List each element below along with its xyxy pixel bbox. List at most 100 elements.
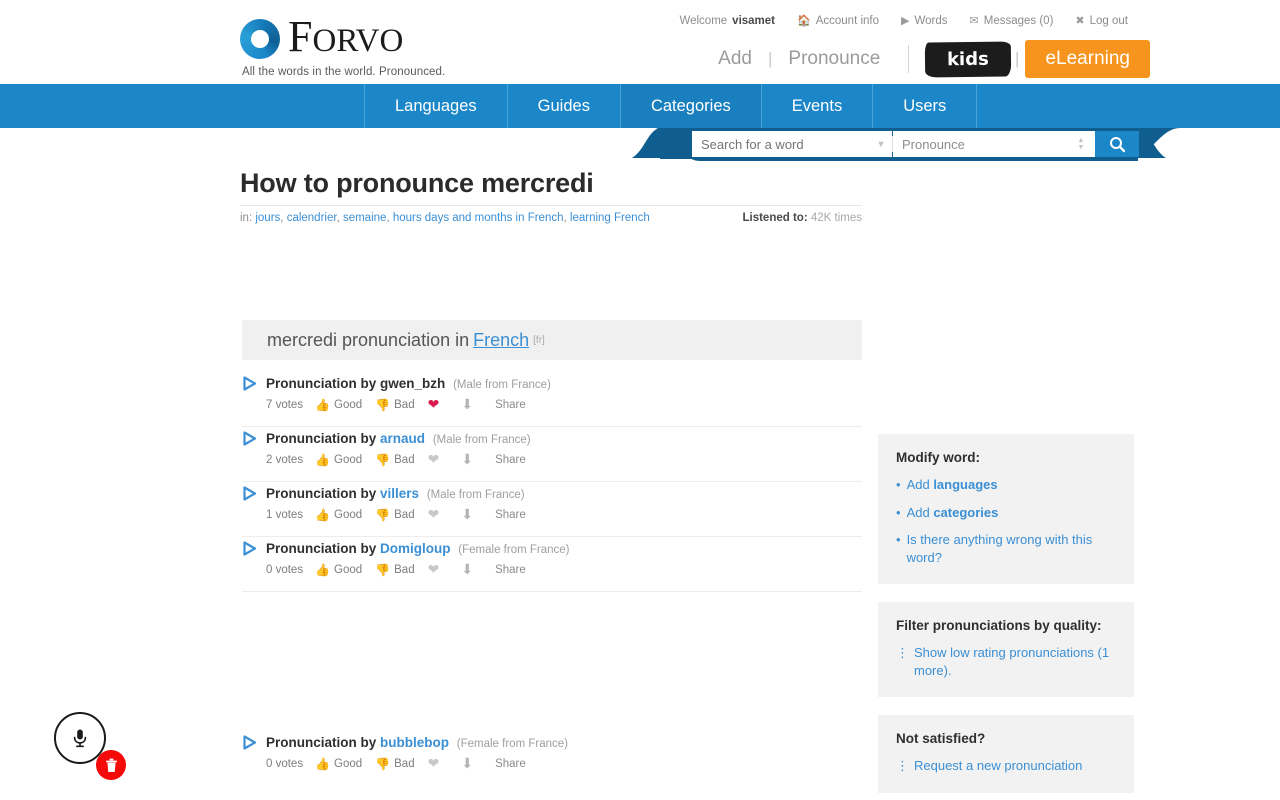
- thumbs-up-icon: 👍: [315, 397, 331, 412]
- site-logo[interactable]: FORVO All the words in the world. Pronou…: [240, 15, 580, 78]
- not-satisfied-title: Not satisfied?: [896, 731, 986, 747]
- nav-left-spacer: [0, 84, 364, 128]
- play-button[interactable]: [242, 486, 257, 501]
- show-low-rating-link[interactable]: Show low rating pronunciations (1 more).: [914, 644, 1116, 679]
- nav-item-events[interactable]: Events: [760, 84, 872, 128]
- author-name[interactable]: arnaud: [380, 431, 425, 446]
- vote-count: 7 votes: [266, 398, 304, 411]
- category-link-semaine[interactable]: semaine: [343, 212, 386, 224]
- author-origin: (Female from France): [458, 544, 570, 556]
- kids-button[interactable]: kids: [925, 40, 1012, 78]
- pronunciation-item: Pronunciation by arnaud (Male from Franc…: [242, 427, 862, 482]
- chevron-down-icon[interactable]: ▼: [870, 131, 892, 157]
- category-link-calendrier[interactable]: calendrier: [287, 212, 337, 224]
- account-info-link[interactable]: 🏠 Account info: [797, 15, 879, 27]
- play-button[interactable]: [242, 431, 257, 446]
- vote-good-button[interactable]: 👍 Good: [315, 398, 362, 412]
- search-submit-button[interactable]: [1095, 131, 1139, 157]
- favorite-heart-icon[interactable]: ❤: [428, 451, 440, 468]
- welcome-greeting: Welcome visamet: [679, 15, 775, 27]
- share-button[interactable]: Share: [495, 509, 526, 521]
- author-name[interactable]: Domigloup: [380, 541, 451, 556]
- add-languages-row: • Add languages: [896, 476, 1116, 494]
- share-button[interactable]: Share: [495, 564, 526, 576]
- vote-count: 2 votes: [266, 453, 304, 466]
- by-label: Pronunciation by: [266, 735, 377, 750]
- thumbs-down-icon: 👎: [375, 452, 391, 467]
- category-link-learning-french[interactable]: learning French: [570, 212, 650, 224]
- author-origin: (Male from France): [426, 489, 525, 501]
- vote-good-button[interactable]: 👍 Good: [315, 757, 362, 771]
- report-word-link[interactable]: Is there anything wrong with this word?: [907, 531, 1116, 566]
- add-languages-link[interactable]: Add languages: [907, 476, 998, 494]
- header-divider: [908, 45, 910, 73]
- author-origin: (Male from France): [432, 434, 531, 446]
- download-icon[interactable]: ⬇: [461, 755, 473, 772]
- pronunciation-item: Pronunciation by villers (Male from Fran…: [242, 482, 862, 537]
- search-bar: ▼ ▲▼: [692, 131, 1139, 157]
- title-divider: [240, 205, 862, 206]
- pronounce-link[interactable]: Pronounce: [772, 48, 896, 70]
- vote-good-button[interactable]: 👍 Good: [315, 453, 362, 467]
- category-link-hours-days-months[interactable]: hours days and months in French: [393, 212, 564, 224]
- play-icon: [243, 376, 257, 391]
- download-icon[interactable]: ⬇: [461, 561, 473, 578]
- bad-label: Bad: [394, 398, 415, 411]
- request-pronunciation-link[interactable]: Request a new pronunciation: [914, 757, 1082, 775]
- author-name[interactable]: bubblebop: [380, 735, 449, 750]
- author-name[interactable]: villers: [380, 486, 419, 501]
- spinner-arrows-icon[interactable]: ▲ ▼: [1071, 131, 1091, 157]
- play-icon: [243, 541, 257, 556]
- vote-good-button[interactable]: 👍 Good: [315, 563, 362, 577]
- vote-bad-button[interactable]: 👎 Bad: [375, 398, 414, 412]
- meta-prefix: in:: [240, 212, 253, 224]
- forvo-ring-icon: [240, 19, 280, 59]
- add-link[interactable]: Add: [702, 48, 768, 70]
- play-button[interactable]: [242, 541, 257, 556]
- nav-item-languages[interactable]: Languages: [364, 84, 507, 128]
- author-origin: (Male from France): [453, 379, 551, 391]
- share-button[interactable]: Share: [495, 399, 526, 411]
- add-categories-link[interactable]: Add categories: [907, 504, 999, 522]
- thumbs-up-icon: 👍: [315, 756, 331, 771]
- good-label: Good: [334, 563, 363, 576]
- nav-item-categories[interactable]: Categories: [619, 84, 761, 128]
- share-button[interactable]: Share: [495, 758, 526, 770]
- favorite-heart-icon[interactable]: ❤: [428, 561, 440, 578]
- search-input[interactable]: [692, 131, 870, 157]
- vote-bad-button[interactable]: 👎 Bad: [375, 508, 414, 522]
- bad-label: Bad: [394, 757, 415, 770]
- account-bar: Welcome visamet 🏠 Account info ▶ Words ✉…: [679, 15, 1128, 27]
- elearning-button[interactable]: eLearning: [1025, 40, 1150, 78]
- download-icon[interactable]: ⬇: [461, 396, 473, 413]
- category-link-jours[interactable]: jours: [255, 212, 280, 224]
- play-button[interactable]: [242, 376, 257, 391]
- vote-bad-button[interactable]: 👎 Bad: [375, 563, 414, 577]
- favorite-heart-icon[interactable]: ❤: [428, 396, 440, 413]
- play-icon: [243, 486, 257, 501]
- play-button[interactable]: [242, 735, 257, 750]
- download-icon[interactable]: ⬇: [461, 451, 473, 468]
- favorite-heart-icon[interactable]: ❤: [428, 506, 440, 523]
- account-info-label: Account info: [815, 15, 880, 27]
- delete-recording-button[interactable]: [96, 750, 126, 780]
- words-link[interactable]: ▶ Words: [901, 15, 948, 27]
- messages-label: Messages (0): [983, 15, 1054, 27]
- share-button[interactable]: Share: [495, 454, 526, 466]
- vote-good-button[interactable]: 👍 Good: [315, 508, 362, 522]
- nav-item-users[interactable]: Users: [872, 84, 978, 128]
- vote-bad-button[interactable]: 👎 Bad: [375, 757, 414, 771]
- add-prefix: Add: [906, 477, 934, 492]
- favorite-heart-icon[interactable]: ❤: [428, 755, 440, 772]
- by-label: Pronunciation by: [266, 486, 377, 501]
- logo-letter-f: F: [288, 12, 313, 61]
- search-mode-select[interactable]: [893, 131, 1071, 157]
- logout-link[interactable]: ✖ Log out: [1075, 15, 1128, 27]
- forvo-page: FORVO All the words in the world. Pronou…: [0, 0, 1280, 800]
- vote-bad-button[interactable]: 👎 Bad: [375, 453, 414, 467]
- language-link-french[interactable]: French: [473, 330, 529, 351]
- download-icon[interactable]: ⬇: [461, 506, 473, 523]
- current-username: visamet: [732, 15, 776, 27]
- messages-link[interactable]: ✉ Messages (0): [970, 15, 1054, 27]
- nav-item-guides[interactable]: Guides: [506, 84, 620, 128]
